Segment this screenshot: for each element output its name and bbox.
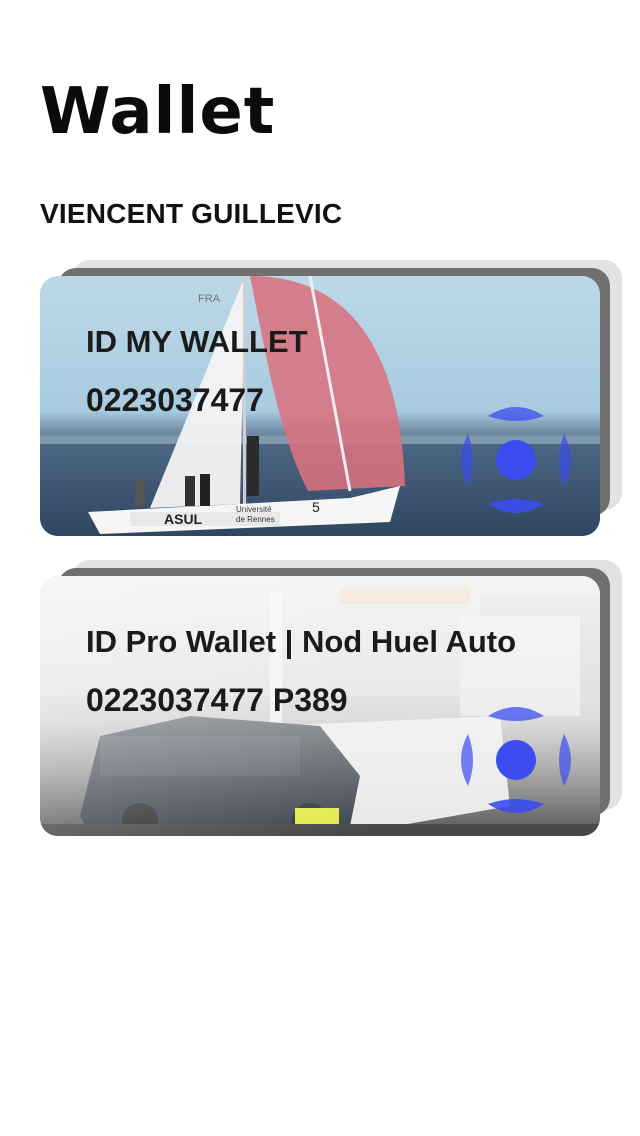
wallet-logo-icon xyxy=(461,407,571,513)
svg-text:FRA: FRA xyxy=(198,293,221,305)
svg-text:de Rennes: de Rennes xyxy=(236,515,275,524)
wallet-logo-icon xyxy=(461,707,571,813)
wallet-card-my-wallet[interactable]: ASUL Université de Rennes 5 FRA ID MY WA… xyxy=(40,276,600,536)
card-title: ID Pro Wallet | Nod Huel Auto xyxy=(86,624,517,659)
page-title: Wallet xyxy=(40,75,276,149)
wallet-card-stack[interactable]: ID Pro Wallet | Nod Huel Auto 0223037477… xyxy=(40,558,624,838)
card-number: 0223037477 P389 xyxy=(86,682,348,718)
user-name: VIENCENT GUILLEVIC xyxy=(40,198,343,229)
wallet-card-stack[interactable]: ASUL Université de Rennes 5 FRA ID MY WA… xyxy=(40,258,624,538)
svg-text:5: 5 xyxy=(312,499,320,515)
wallet-card-pro-wallet[interactable]: ID Pro Wallet | Nod Huel Auto 0223037477… xyxy=(40,576,600,836)
card-number: 0223037477 xyxy=(86,382,264,418)
card-title: ID MY WALLET xyxy=(86,324,308,359)
svg-text:ASUL: ASUL xyxy=(164,511,203,527)
svg-text:Université: Université xyxy=(236,505,272,514)
